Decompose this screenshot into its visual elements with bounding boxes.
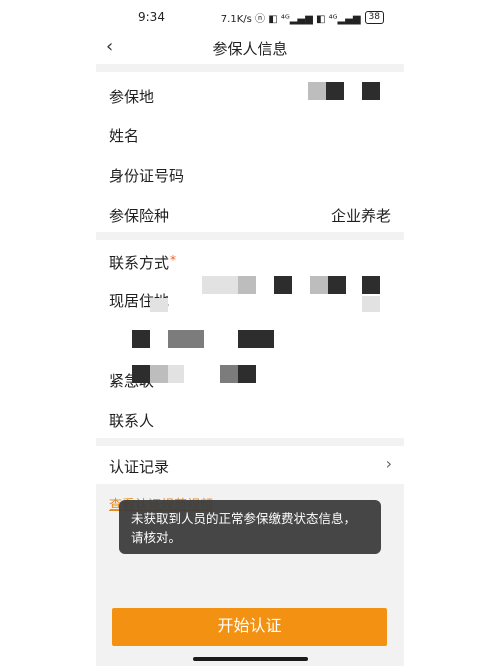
page-title: 参保人信息	[212, 40, 288, 58]
contact-info-card: 联系方式* 现居住地 紧急联 联系人	[96, 240, 404, 438]
toast-line-2: 请核对。	[131, 530, 182, 545]
network-speed: 7.1K/s ⓝ ◧ ⁴ᴳ▂▄▆ ◧ ⁴ᴳ▂▄▆	[220, 14, 361, 25]
screen: 9:34 7.1K/s ⓝ ◧ ⁴ᴳ▂▄▆ ◧ ⁴ᴳ▂▄▆ 38 ‹ 参保人信息…	[0, 0, 500, 666]
row-contact-person[interactable]: 联系人	[96, 400, 404, 440]
mosaic-block	[168, 330, 186, 348]
nav-bar: ‹ 参保人信息	[96, 34, 404, 64]
status-indicators: 7.1K/s ⓝ ◧ ⁴ᴳ▂▄▆ ◧ ⁴ᴳ▂▄▆ 38	[221, 10, 384, 25]
mosaic-block	[168, 365, 184, 383]
row-insurance-type[interactable]: 参保险种 企业养老	[96, 192, 404, 232]
start-auth-button[interactable]: 开始认证	[112, 608, 387, 646]
contact-label: 联系方式*	[109, 253, 177, 272]
mosaic-block	[326, 82, 344, 100]
id-number-label: 身份证号码	[109, 167, 185, 185]
mosaic-block	[132, 330, 150, 348]
mosaic-block	[362, 82, 380, 100]
insured-info-card: 参保地 姓名 身份证号码 参保险种 企业养老	[96, 72, 404, 232]
insurance-type-value: 企业养老	[330, 207, 391, 225]
mosaic-block	[308, 82, 326, 100]
name-label: 姓名	[109, 127, 140, 145]
row-emergency-contact[interactable]: 紧急联	[96, 360, 404, 400]
mosaic-block	[238, 330, 274, 348]
row-name[interactable]: 姓名	[96, 112, 404, 152]
row-address[interactable]: 现居住地	[96, 280, 404, 348]
mosaic-block	[132, 365, 150, 383]
row-id-number[interactable]: 身份证号码	[96, 152, 404, 192]
mosaic-block	[150, 365, 168, 383]
required-mark: *	[170, 253, 177, 267]
row-insured-place[interactable]: 参保地	[96, 72, 404, 112]
mosaic-block	[186, 330, 204, 348]
insured-place-label: 参保地	[109, 88, 155, 106]
mosaic-block	[220, 365, 238, 383]
home-indicator	[193, 657, 308, 661]
auth-record-row[interactable]: 认证记录 ›	[96, 446, 404, 484]
row-contact[interactable]: 联系方式*	[96, 240, 404, 294]
chevron-right-icon: ›	[385, 454, 392, 473]
status-bar: 9:34 7.1K/s ⓝ ◧ ⁴ᴳ▂▄▆ ◧ ⁴ᴳ▂▄▆ 38	[96, 0, 404, 34]
status-time: 9:34	[138, 10, 165, 24]
toast-message: 未获取到人员的正常参保缴费状态信息， 请核对。	[119, 500, 381, 554]
mosaic-block	[362, 296, 380, 312]
mosaic-block	[150, 298, 168, 312]
battery-icon: 38	[364, 11, 384, 24]
auth-record-label: 认证记录	[109, 458, 170, 476]
insurance-type-label: 参保险种	[109, 207, 170, 225]
contact-person-label: 联系人	[109, 412, 155, 430]
toast-line-1: 未获取到人员的正常参保缴费状态信息，	[131, 511, 357, 526]
mosaic-block	[238, 365, 256, 383]
